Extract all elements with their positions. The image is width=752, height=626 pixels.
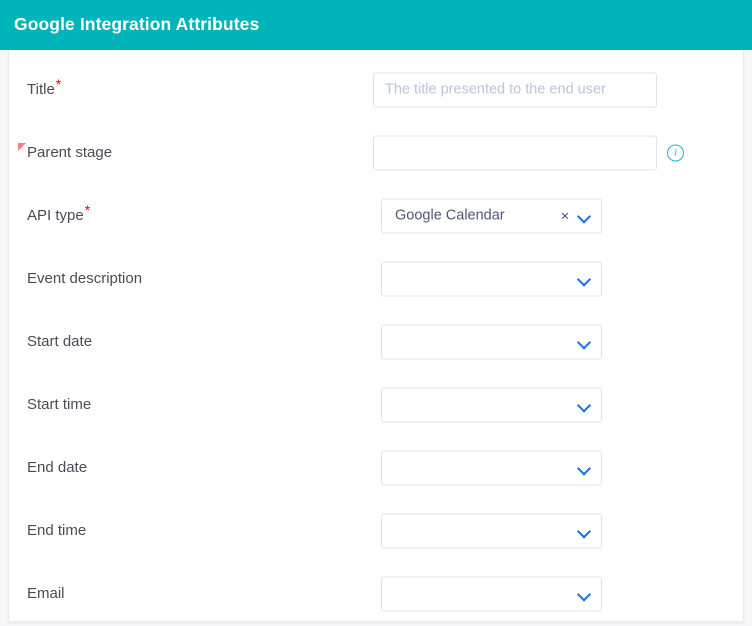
required-star-icon: * — [84, 201, 91, 218]
label-end-date: End date — [27, 459, 87, 477]
google-integration-attributes-page: Google Integration Attributes Title* The … — [0, 0, 752, 626]
chevron-down-icon[interactable] — [578, 461, 591, 474]
label-text: Email — [27, 584, 65, 602]
clear-selection-icon[interactable]: × — [561, 209, 569, 223]
api-type-select[interactable]: Google Calendar × — [381, 198, 602, 233]
label-text: End time — [27, 521, 87, 539]
form-row-email: Email — [9, 562, 743, 621]
label-text: API type — [27, 206, 84, 224]
label-text: End date — [27, 458, 88, 476]
flag-marker-icon — [18, 142, 26, 151]
label-start-time: Start time — [27, 396, 91, 414]
start-date-select[interactable] — [381, 324, 602, 359]
label-text: Start time — [27, 395, 92, 413]
page-title: Google Integration Attributes — [14, 14, 260, 35]
form-row-title: Title* The title presented to the end use… — [9, 58, 743, 121]
label-email: Email — [27, 585, 65, 603]
event-description-select[interactable] — [381, 261, 602, 296]
api-type-select-icons: × — [561, 209, 593, 223]
form-row-start-time: Start time — [9, 373, 743, 436]
end-date-select-icons — [578, 461, 593, 474]
chevron-down-icon[interactable] — [578, 587, 591, 600]
event-description-select-icons — [578, 272, 593, 285]
label-text: Title — [27, 80, 55, 98]
start-time-select-icons — [578, 398, 593, 411]
form-row-end-time: End time — [9, 499, 743, 562]
chevron-down-icon[interactable] — [578, 272, 591, 285]
attributes-card: Title* The title presented to the end use… — [8, 50, 744, 622]
chevron-down-icon[interactable] — [578, 524, 591, 537]
chevron-down-icon[interactable] — [578, 335, 591, 348]
form-row-event-description: Event description — [9, 247, 743, 310]
form-row-end-date: End date — [9, 436, 743, 499]
chevron-down-icon[interactable] — [578, 209, 591, 222]
info-icon[interactable]: i — [667, 144, 684, 161]
form-row-parent-stage: Parent stage i — [9, 121, 743, 184]
label-event-description: Event description — [27, 270, 142, 288]
label-end-time: End time — [27, 522, 86, 540]
end-date-select[interactable] — [381, 450, 602, 485]
start-time-select[interactable] — [381, 387, 602, 422]
start-date-select-icons — [578, 335, 593, 348]
label-parent-stage: Parent stage — [18, 142, 113, 162]
title-input[interactable]: The title presented to the end user — [373, 72, 657, 107]
label-title: Title* — [27, 77, 61, 99]
required-star-icon: * — [55, 75, 62, 92]
label-start-date: Start date — [27, 333, 92, 351]
label-api-type: API type* — [27, 203, 90, 225]
label-text: Start date — [27, 332, 93, 350]
panel-header: Google Integration Attributes — [0, 0, 752, 50]
end-time-select-icons — [578, 524, 593, 537]
form-row-api-type: API type* Google Calendar × — [9, 184, 743, 247]
api-type-select-value: Google Calendar — [395, 208, 505, 223]
email-select[interactable] — [381, 576, 602, 611]
parent-stage-input[interactable] — [373, 135, 657, 170]
chevron-down-icon[interactable] — [578, 398, 591, 411]
email-select-icons — [578, 587, 593, 600]
title-input-placeholder: The title presented to the end user — [385, 81, 606, 98]
label-text: Event description — [27, 269, 143, 287]
label-text: Parent stage — [27, 143, 113, 161]
form-row-start-date: Start date — [9, 310, 743, 373]
attributes-form: Title* The title presented to the end use… — [9, 50, 743, 621]
end-time-select[interactable] — [381, 513, 602, 548]
